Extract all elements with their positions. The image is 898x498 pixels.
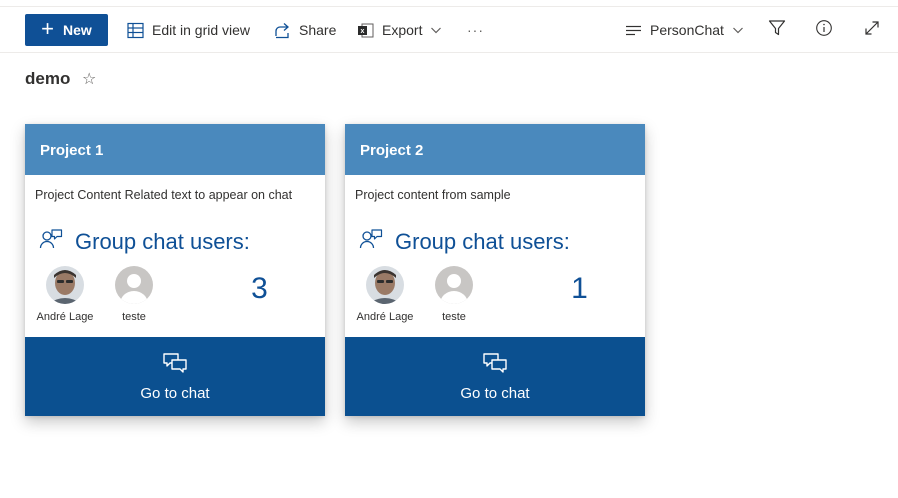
project-card: Project 1 Project Content Related text t… xyxy=(25,124,325,416)
star-icon[interactable]: ☆ xyxy=(82,69,96,89)
user-count: 1 xyxy=(571,272,588,305)
expand-icon xyxy=(863,19,881,42)
filter-icon xyxy=(768,19,786,42)
edit-grid-view-button[interactable]: Edit in grid view xyxy=(127,19,250,41)
card-description: Project Content Related text to appear o… xyxy=(35,188,293,202)
user-item[interactable]: André Lage xyxy=(30,266,100,323)
group-chat-heading: Group chat users: xyxy=(359,228,570,255)
avatar xyxy=(46,266,84,304)
info-button[interactable] xyxy=(813,19,835,41)
share-icon xyxy=(274,22,291,39)
avatar xyxy=(366,266,404,304)
card-title: Project 2 xyxy=(345,124,645,175)
share-button[interactable]: Share xyxy=(274,19,336,41)
card-description: Project content from sample xyxy=(355,188,511,202)
user-name: teste xyxy=(442,311,466,323)
new-button[interactable]: + New xyxy=(25,14,108,46)
card-title: Project 1 xyxy=(25,124,325,175)
page-title: demo xyxy=(25,69,71,88)
user-name: André Lage xyxy=(36,311,94,323)
user-name: André Lage xyxy=(356,311,414,323)
view-selector-label: PersonChat xyxy=(650,22,724,38)
user-item[interactable]: André Lage xyxy=(350,266,420,323)
go-to-chat-button[interactable]: Go to chat xyxy=(345,337,645,416)
more-button[interactable]: ··· xyxy=(467,19,484,41)
group-chat-heading: Group chat users: xyxy=(39,228,250,255)
go-to-chat-button[interactable]: Go to chat xyxy=(25,337,325,416)
user-count: 3 xyxy=(251,272,268,305)
export-label: Export xyxy=(382,22,423,38)
grid-icon xyxy=(127,22,144,39)
avatar xyxy=(115,266,153,304)
plus-icon: + xyxy=(41,16,55,41)
svg-text:x: x xyxy=(361,28,365,35)
info-icon xyxy=(815,19,833,42)
chevron-down-icon xyxy=(430,24,442,36)
chat-bubbles-icon xyxy=(482,352,508,379)
avatar xyxy=(435,266,473,304)
group-chat-icon xyxy=(39,228,63,255)
user-name: teste xyxy=(122,311,146,323)
group-chat-label: Group chat users: xyxy=(395,228,570,254)
expand-button[interactable] xyxy=(861,19,883,41)
more-icon: ··· xyxy=(467,22,484,38)
view-selector[interactable]: PersonChat xyxy=(625,19,744,41)
user-item[interactable]: teste xyxy=(99,266,169,323)
user-item[interactable]: teste xyxy=(419,266,489,323)
share-label: Share xyxy=(299,22,337,38)
group-chat-icon xyxy=(359,228,383,255)
chat-bubbles-icon xyxy=(162,352,188,379)
chevron-down-icon xyxy=(732,24,744,36)
group-chat-label: Group chat users: xyxy=(75,228,250,254)
edit-grid-view-label: Edit in grid view xyxy=(152,22,251,38)
view-lines-icon xyxy=(625,22,642,39)
excel-icon: x xyxy=(357,22,374,39)
filter-button[interactable] xyxy=(766,19,788,41)
new-button-label: New xyxy=(63,22,92,38)
export-button[interactable]: x Export xyxy=(357,19,442,41)
go-to-chat-label: Go to chat xyxy=(140,385,210,402)
go-to-chat-label: Go to chat xyxy=(460,385,530,402)
command-bar: + New Edit in grid view Share x Export ·… xyxy=(0,7,898,53)
project-card: Project 2 Project content from sample Gr… xyxy=(345,124,645,416)
